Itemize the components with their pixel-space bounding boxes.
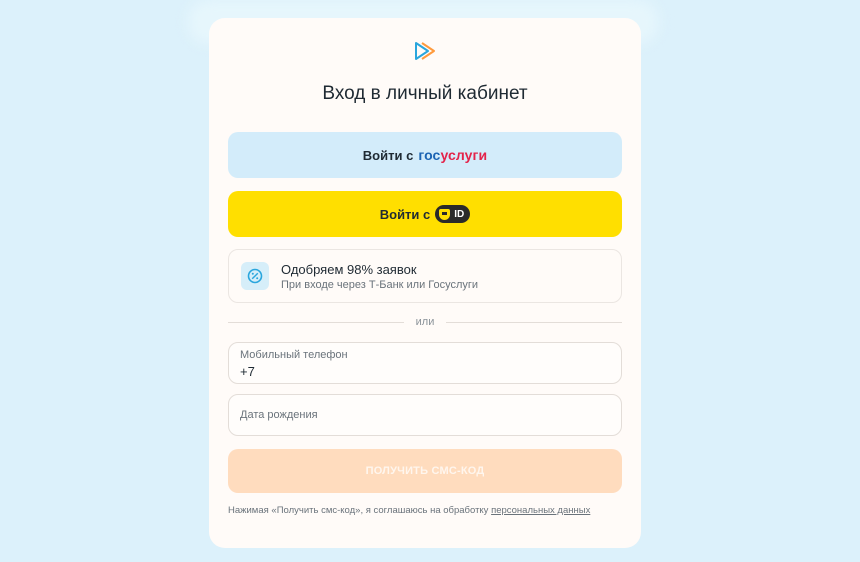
phone-input[interactable] bbox=[240, 363, 610, 379]
promo-title: Одобряем 98% заявок bbox=[281, 262, 417, 277]
tid-badge-text: ID bbox=[454, 208, 465, 220]
divider-text: или bbox=[415, 316, 435, 328]
personal-data-link[interactable]: персональных данных bbox=[491, 505, 590, 516]
consent-text: Нажимая «Получить смс-код», я соглашаюсь… bbox=[228, 505, 628, 516]
phone-field[interactable]: Мобильный телефон bbox=[228, 342, 622, 384]
birthdate-field[interactable]: Дата рождения bbox=[228, 394, 622, 436]
gosuslugi-logo-part2: услуги bbox=[440, 147, 488, 163]
get-sms-code-button[interactable]: ПОЛУЧИТЬ СМС-КОД bbox=[228, 449, 622, 493]
login-gosuslugi-button[interactable]: Войти с госуслуги bbox=[228, 132, 622, 178]
tid-button-prefix: Войти с bbox=[379, 206, 431, 222]
login-tid-button[interactable]: Войти с ID bbox=[228, 191, 622, 237]
gosuslugi-button-prefix: Войти с bbox=[362, 147, 414, 163]
page-title: Вход в личный кабинет bbox=[322, 83, 528, 104]
promo-subtitle: При входе через Т-Банк или Госуслуги bbox=[281, 279, 479, 291]
percent-badge-icon bbox=[241, 262, 269, 290]
promo-banner: Одобряем 98% заявок При входе через Т-Ба… bbox=[228, 249, 622, 303]
divider-line-left bbox=[228, 321, 404, 323]
or-divider: или bbox=[228, 314, 622, 330]
phone-field-label: Мобильный телефон bbox=[240, 349, 348, 361]
tid-badge: ID bbox=[435, 205, 471, 223]
gosuslugi-logo: госуслуги bbox=[418, 147, 487, 163]
birthdate-field-label: Дата рождения bbox=[240, 409, 318, 421]
shield-icon bbox=[439, 208, 451, 220]
gosuslugi-logo-part1: гос bbox=[418, 147, 441, 163]
divider-line-right bbox=[446, 321, 622, 323]
play-logo-icon bbox=[415, 42, 435, 60]
consent-text-body: Нажимая «Получить смс-код», я соглашаюсь… bbox=[228, 505, 492, 516]
